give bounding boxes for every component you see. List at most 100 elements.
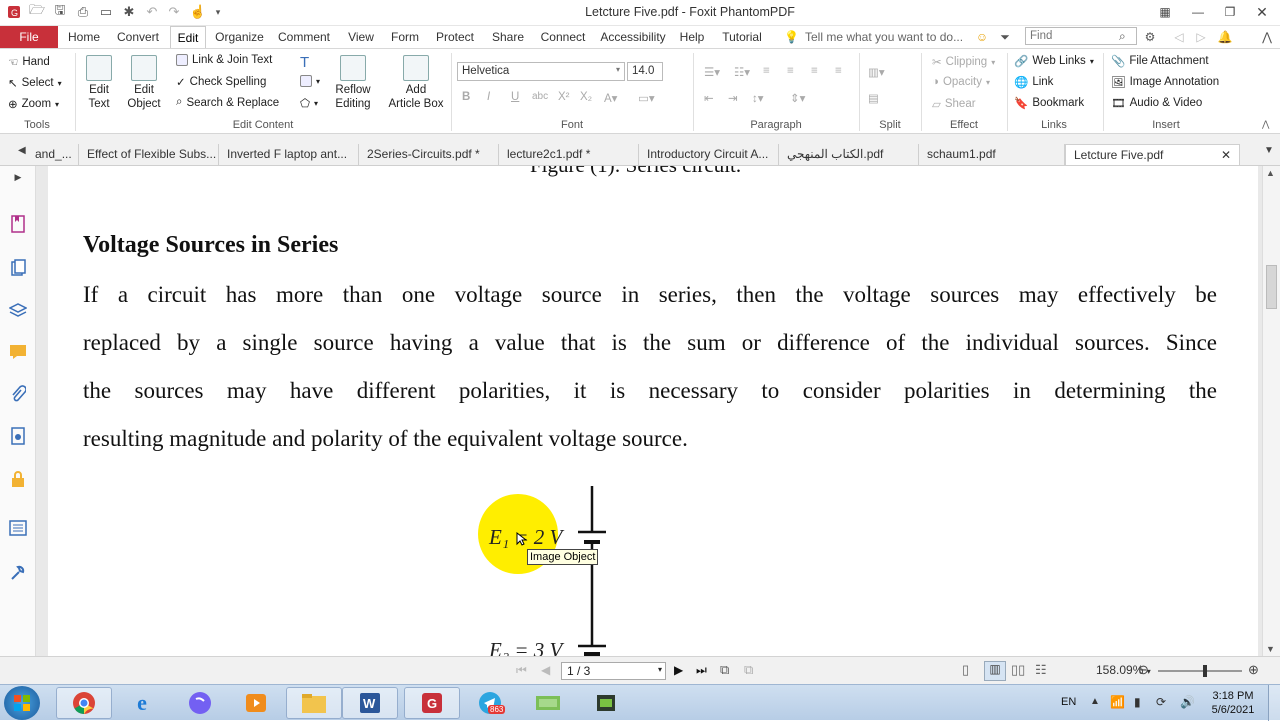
image-annotation-button[interactable]: 🖼 Image Annotation [1111,75,1219,89]
pages-panel-icon[interactable] [8,258,28,278]
link-button[interactable]: 🌐 Link [1014,75,1053,89]
tools-wrench-icon[interactable] [8,562,28,582]
facing-page-icon[interactable]: ▯▯ [1011,662,1025,678]
doc-tab[interactable]: Effect of Flexible Subs... [79,144,219,165]
doc-tab[interactable]: Introductory Circuit A... [639,144,779,165]
security-lock-icon[interactable] [8,469,28,489]
underline-icon[interactable]: U [511,91,519,103]
menu-edit[interactable]: Edit [170,26,206,48]
select-tool-button[interactable]: ↖ Select ▾ [8,76,62,90]
bookmark-button[interactable]: 🔖 Bookmark [1014,96,1084,110]
zoom-in-icon[interactable]: ⊕ [1248,662,1259,678]
file-attachment-button[interactable]: 📎 File Attachment [1111,54,1209,68]
split-columns-icon[interactable]: ▥▾ [868,65,885,79]
sync-icon[interactable]: ⟳ [1156,695,1166,709]
menu-connect[interactable]: Connect [536,26,590,48]
chrome-taskbar-icon[interactable] [56,687,112,719]
find-prev-icon[interactable]: ◁ [1172,26,1186,48]
close-icon[interactable]: ✕ [1252,2,1272,22]
last-page-icon[interactable]: ⏭ [696,663,707,678]
add-article-box-button[interactable]: Add Article Box [385,55,447,111]
menu-file[interactable]: File [0,26,58,48]
find-settings-icon[interactable]: ⚙ [1141,26,1159,48]
edit-object-button[interactable]: Edit Object [121,55,167,111]
align-right-icon[interactable]: ≡ [811,65,818,77]
battery-icon[interactable]: ▮ [1134,695,1141,709]
italic-icon[interactable]: I [487,91,490,103]
link-join-text-button[interactable]: Link & Join Text [176,54,272,66]
first-page-icon[interactable]: ⏮ [516,663,527,678]
indent-increase-icon[interactable]: ⇥ [728,91,738,105]
shear-button[interactable]: ▱ Shear [932,97,976,111]
audio-video-button[interactable]: 🎞 Audio & Video [1111,96,1202,110]
dropdown-arrow-icon[interactable]: ⏷ [996,26,1014,48]
notification-icon[interactable]: 🔔 [1216,26,1234,48]
start-button-icon[interactable] [4,686,40,720]
scroll-up-icon[interactable]: ▲ [1266,168,1275,178]
viber-taskbar-icon[interactable] [172,687,228,719]
doc-tab[interactable]: الكتاب المنهجي.pdf [779,144,919,165]
close-tab-icon[interactable]: ✕ [1221,145,1231,165]
bookmarks-panel-icon[interactable] [8,214,28,234]
add-text-icon[interactable]: T [300,54,309,71]
font-name-dropdown[interactable]: Helvetica ▾ [457,62,625,81]
network-signal-icon[interactable]: 📶 [1110,695,1125,709]
continuous-page-icon[interactable]: ▥ [984,661,1006,681]
web-links-button[interactable]: 🔗 Web Links ▾ [1014,54,1094,68]
menu-accessibility[interactable]: Accessibility [597,26,669,48]
font-color-icon[interactable]: A▾ [604,91,617,105]
doc-tab[interactable]: Inverted F laptop ant... [219,144,359,165]
ribbon-options-icon[interactable]: ▦ [1156,2,1174,22]
previous-view-icon[interactable]: ⧉ [720,662,729,678]
expand-panel-icon[interactable]: ▶ [8,170,28,184]
prev-page-icon[interactable]: ◀ [541,663,550,677]
menu-organize[interactable]: Organize [212,26,267,48]
strikethrough-icon[interactable]: abc [532,91,548,102]
single-page-icon[interactable]: ▯ [962,662,969,678]
menu-tutorial[interactable]: Tutorial [716,26,768,48]
align-center-icon[interactable]: ≡ [787,65,794,77]
menu-view[interactable]: View [341,26,381,48]
find-search-icon[interactable]: ⌕ [1119,29,1126,44]
menu-help[interactable]: Help [676,26,708,48]
system-clock[interactable]: 3:18 PM 5/6/2021 [1203,689,1263,717]
continuous-facing-icon[interactable]: ☷ [1035,662,1047,678]
doc-tab-active[interactable]: Letcture Five.pdf ✕ [1065,144,1240,165]
volume-icon[interactable]: 🔊 [1180,695,1195,709]
check-spelling-button[interactable]: ✓ Check Spelling [176,75,266,89]
add-image-icon[interactable]: ▾ [300,75,320,87]
doc-tab[interactable]: schaum1.pdf [919,144,1065,165]
attachments-panel-icon[interactable] [8,384,28,404]
doc-tab[interactable]: and_... [27,144,79,165]
ie-taskbar-icon[interactable]: e [114,687,170,719]
opacity-button[interactable]: ◑ Opacity ▾ [932,76,990,88]
layers-panel-icon[interactable] [8,300,28,320]
hand-tool-button[interactable]: ☜ Hand [8,55,50,69]
smile-feedback-icon[interactable]: ☺ [973,26,991,48]
tabs-list-icon[interactable]: ▼ [1264,145,1274,156]
doc-tab[interactable]: 2Series-Circuits.pdf * [359,144,499,165]
find-next-icon[interactable]: ▷ [1194,26,1208,48]
font-size-dropdown[interactable]: 14.0 [627,62,663,81]
content-panel-icon[interactable] [8,518,28,538]
justify-icon[interactable]: ≡ [835,65,842,77]
show-hidden-icons-icon[interactable]: ▲ [1090,696,1100,707]
zoom-out-icon[interactable]: ⊖ [1138,662,1149,678]
search-replace-button[interactable]: ⌕ Search & Replace [176,96,279,109]
word-taskbar-icon[interactable]: W [342,687,398,719]
doc-tab[interactable]: lecture2c1.pdf * [499,144,639,165]
scroll-down-icon[interactable]: ▼ [1266,644,1275,654]
menu-home[interactable]: Home [62,26,106,48]
split-rows-icon[interactable]: ▤ [868,91,879,105]
menu-convert[interactable]: Convert [112,26,164,48]
document-viewport[interactable]: Figure (1): Series circuit. Voltage Sour… [36,166,1262,656]
paragraph-spacing-icon[interactable]: ⇕▾ [790,91,805,105]
add-shape-icon[interactable]: ⬠ ▾ [300,96,318,110]
vertical-scrollbar[interactable]: ▲ ▼ [1262,166,1280,656]
menu-comment[interactable]: Comment [274,26,334,48]
menu-share[interactable]: Share [487,26,529,48]
menu-protect[interactable]: Protect [430,26,480,48]
language-indicator[interactable]: EN [1061,696,1076,708]
zoom-tool-button[interactable]: ⊕ Zoom ▾ [8,97,59,111]
minimize-icon[interactable]: — [1188,2,1208,22]
